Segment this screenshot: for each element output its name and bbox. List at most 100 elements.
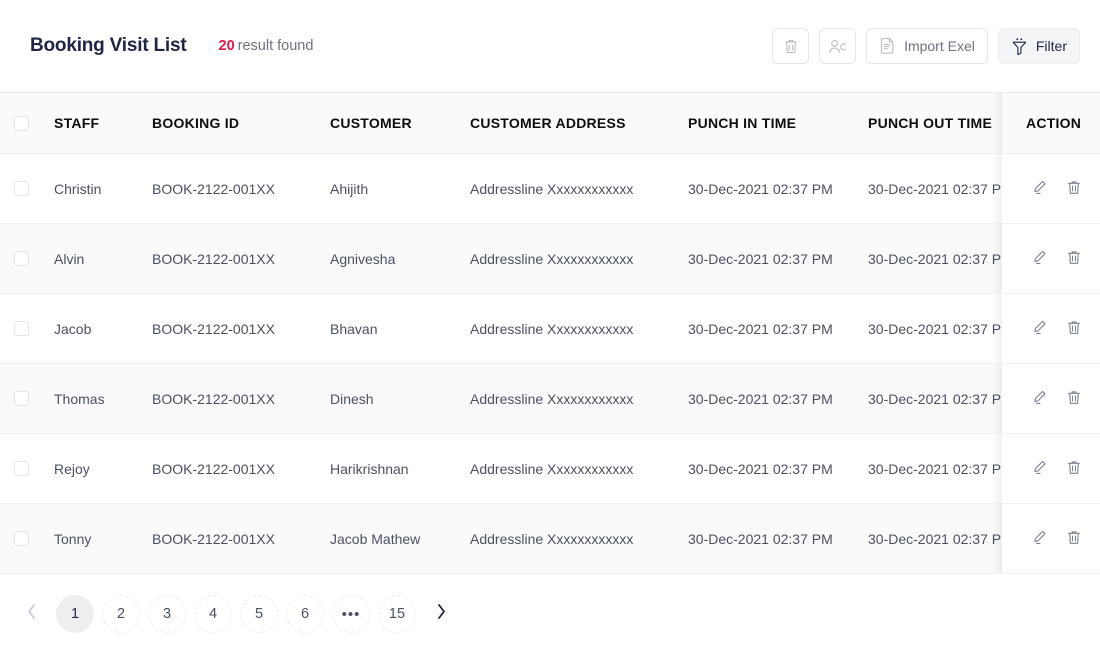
filter-label: Filter [1035, 38, 1067, 54]
column-header-punch-in-time[interactable]: PUNCH IN TIME [688, 92, 868, 154]
booking-visit-table: STAFF BOOKING ID CUSTOMER CUSTOMER ADDRE… [0, 92, 1100, 574]
cell-customer: Agnivesha [330, 223, 470, 294]
row-select-checkbox[interactable] [14, 321, 29, 336]
edit-row-button[interactable] [1032, 249, 1048, 269]
pagination-page-3[interactable]: 3 [148, 595, 186, 633]
row-select-checkbox[interactable] [14, 251, 29, 266]
column-header-action: ACTION [992, 92, 1100, 154]
table-row[interactable]: Thomas BOOK-2122-001XX Dinesh Addressline X… [0, 363, 1100, 434]
row-select-cell [0, 293, 54, 364]
cell-customer: Harikrishnan [330, 433, 470, 504]
pagination: 1 2 3 4 5 6 ••• 15 [0, 574, 1100, 638]
user-assign-icon [828, 38, 848, 55]
table-row[interactable]: Rejoy BOOK-2122-001XX Harikrishnan Addressl… [0, 433, 1100, 504]
edit-row-button[interactable] [1032, 459, 1048, 479]
row-select-checkbox[interactable] [14, 181, 29, 196]
pagination-page-2[interactable]: 2 [102, 595, 140, 633]
row-action-group [1002, 389, 1100, 409]
cell-booking-id: BOOK-2122-001XX [152, 223, 330, 294]
row-action-group [1002, 459, 1100, 479]
column-header-booking-id[interactable]: BOOKING ID [152, 92, 330, 154]
pagination-next-button[interactable] [424, 595, 458, 633]
page-header: Booking Visit List 20 result found Impor… [0, 0, 1100, 92]
cell-booking-id: BOOK-2122-001XX [152, 503, 330, 574]
filter-button[interactable]: Filter [997, 28, 1080, 64]
select-all-header [0, 92, 54, 154]
cell-staff: Rejoy [54, 433, 152, 504]
delete-row-button[interactable] [1066, 249, 1082, 269]
pagination-page-5[interactable]: 5 [240, 595, 278, 633]
row-select-checkbox[interactable] [14, 531, 29, 546]
column-header-customer-address[interactable]: CUSTOMER ADDRESS [470, 92, 688, 154]
cell-punch-out-time: 30-Dec-2021 02:37 PM [868, 153, 1016, 224]
delete-row-button[interactable] [1066, 389, 1082, 409]
cell-punch-in-time: 30-Dec-2021 02:37 PM [688, 153, 868, 224]
cell-action [992, 153, 1100, 224]
funnel-icon [1011, 37, 1028, 56]
toolbar: Import Exel Filter [772, 28, 1080, 64]
cell-customer-address: Addressline Xxxxxxxxxxxx [470, 503, 688, 574]
cell-booking-id: BOOK-2122-001XX [152, 363, 330, 434]
row-action-group [1002, 249, 1100, 269]
delete-row-button[interactable] [1066, 179, 1082, 199]
booking-visit-table-container: STAFF BOOKING ID CUSTOMER CUSTOMER ADDRE… [0, 92, 1100, 574]
cell-staff: Christin [54, 153, 152, 224]
cell-punch-out-time: 30-Dec-2021 02:37 PM [868, 433, 1016, 504]
column-header-punch-out-time[interactable]: PUNCH OUT TIME [868, 92, 1016, 154]
row-select-checkbox[interactable] [14, 461, 29, 476]
cell-action [992, 223, 1100, 294]
chevron-right-icon [436, 603, 447, 625]
cell-punch-out-time: 30-Dec-2021 02:37 PM [868, 503, 1016, 574]
pagination-page-6[interactable]: 6 [286, 595, 324, 633]
edit-row-button[interactable] [1032, 319, 1048, 339]
cell-staff: Alvin [54, 223, 152, 294]
delete-row-button[interactable] [1066, 319, 1082, 339]
pagination-prev-button[interactable] [14, 595, 48, 633]
table-row[interactable]: Tonny BOOK-2122-001XX Jacob Mathew Addressl… [0, 503, 1100, 574]
import-excel-button[interactable]: Import Exel [866, 28, 988, 64]
result-found-text: result found [237, 38, 314, 54]
pagination-page-1[interactable]: 1 [56, 595, 94, 633]
delete-selected-button[interactable] [772, 28, 810, 64]
select-all-checkbox[interactable] [14, 115, 29, 131]
table-row[interactable]: Christin BOOK-2122-001XX Ahijith Addresslin… [0, 153, 1100, 224]
cell-customer-address: Addressline Xxxxxxxxxxxx [470, 433, 688, 504]
cell-action [992, 503, 1100, 574]
table-header: STAFF BOOKING ID CUSTOMER CUSTOMER ADDRE… [0, 92, 1100, 154]
row-select-cell [0, 223, 54, 294]
cell-booking-id: BOOK-2122-001XX [152, 293, 330, 364]
cell-customer-address: Addressline Xxxxxxxxxxxx [470, 223, 688, 294]
cell-punch-in-time: 30-Dec-2021 02:37 PM [688, 223, 868, 294]
row-action-group [1002, 529, 1100, 549]
pagination-ellipsis[interactable]: ••• [332, 595, 370, 633]
column-header-action-label: ACTION [1026, 115, 1082, 131]
page-title: Booking Visit List [30, 35, 187, 56]
row-action-group [1002, 179, 1100, 199]
chevron-left-icon [26, 603, 37, 625]
cell-staff: Thomas [54, 363, 152, 434]
table-row[interactable]: Alvin BOOK-2122-001XX Agnivesha Addressline… [0, 223, 1100, 294]
cell-staff: Tonny [54, 503, 152, 574]
pagination-page-15[interactable]: 15 [378, 595, 416, 633]
pagination-page-4[interactable]: 4 [194, 595, 232, 633]
edit-row-button[interactable] [1032, 529, 1048, 549]
row-select-cell [0, 153, 54, 224]
cell-punch-out-time: 30-Dec-2021 02:37 PM [868, 363, 1016, 434]
cell-customer: Jacob Mathew [330, 503, 470, 574]
delete-row-button[interactable] [1066, 459, 1082, 479]
table-row[interactable]: Jacob BOOK-2122-001XX Bhavan Addressline Xx… [0, 293, 1100, 364]
cell-punch-in-time: 30-Dec-2021 02:37 PM [688, 363, 868, 434]
row-select-cell [0, 433, 54, 504]
column-header-staff[interactable]: STAFF [54, 92, 152, 154]
cell-customer-address: Addressline Xxxxxxxxxxxx [470, 153, 688, 224]
cell-booking-id: BOOK-2122-001XX [152, 153, 330, 224]
column-header-customer[interactable]: CUSTOMER [330, 92, 470, 154]
delete-row-button[interactable] [1066, 529, 1082, 549]
assign-user-button[interactable] [819, 28, 857, 64]
edit-row-button[interactable] [1032, 179, 1048, 199]
row-select-cell [0, 503, 54, 574]
edit-row-button[interactable] [1032, 389, 1048, 409]
cell-customer: Ahijith [330, 153, 470, 224]
cell-punch-in-time: 30-Dec-2021 02:37 PM [688, 433, 868, 504]
row-select-checkbox[interactable] [14, 391, 29, 406]
